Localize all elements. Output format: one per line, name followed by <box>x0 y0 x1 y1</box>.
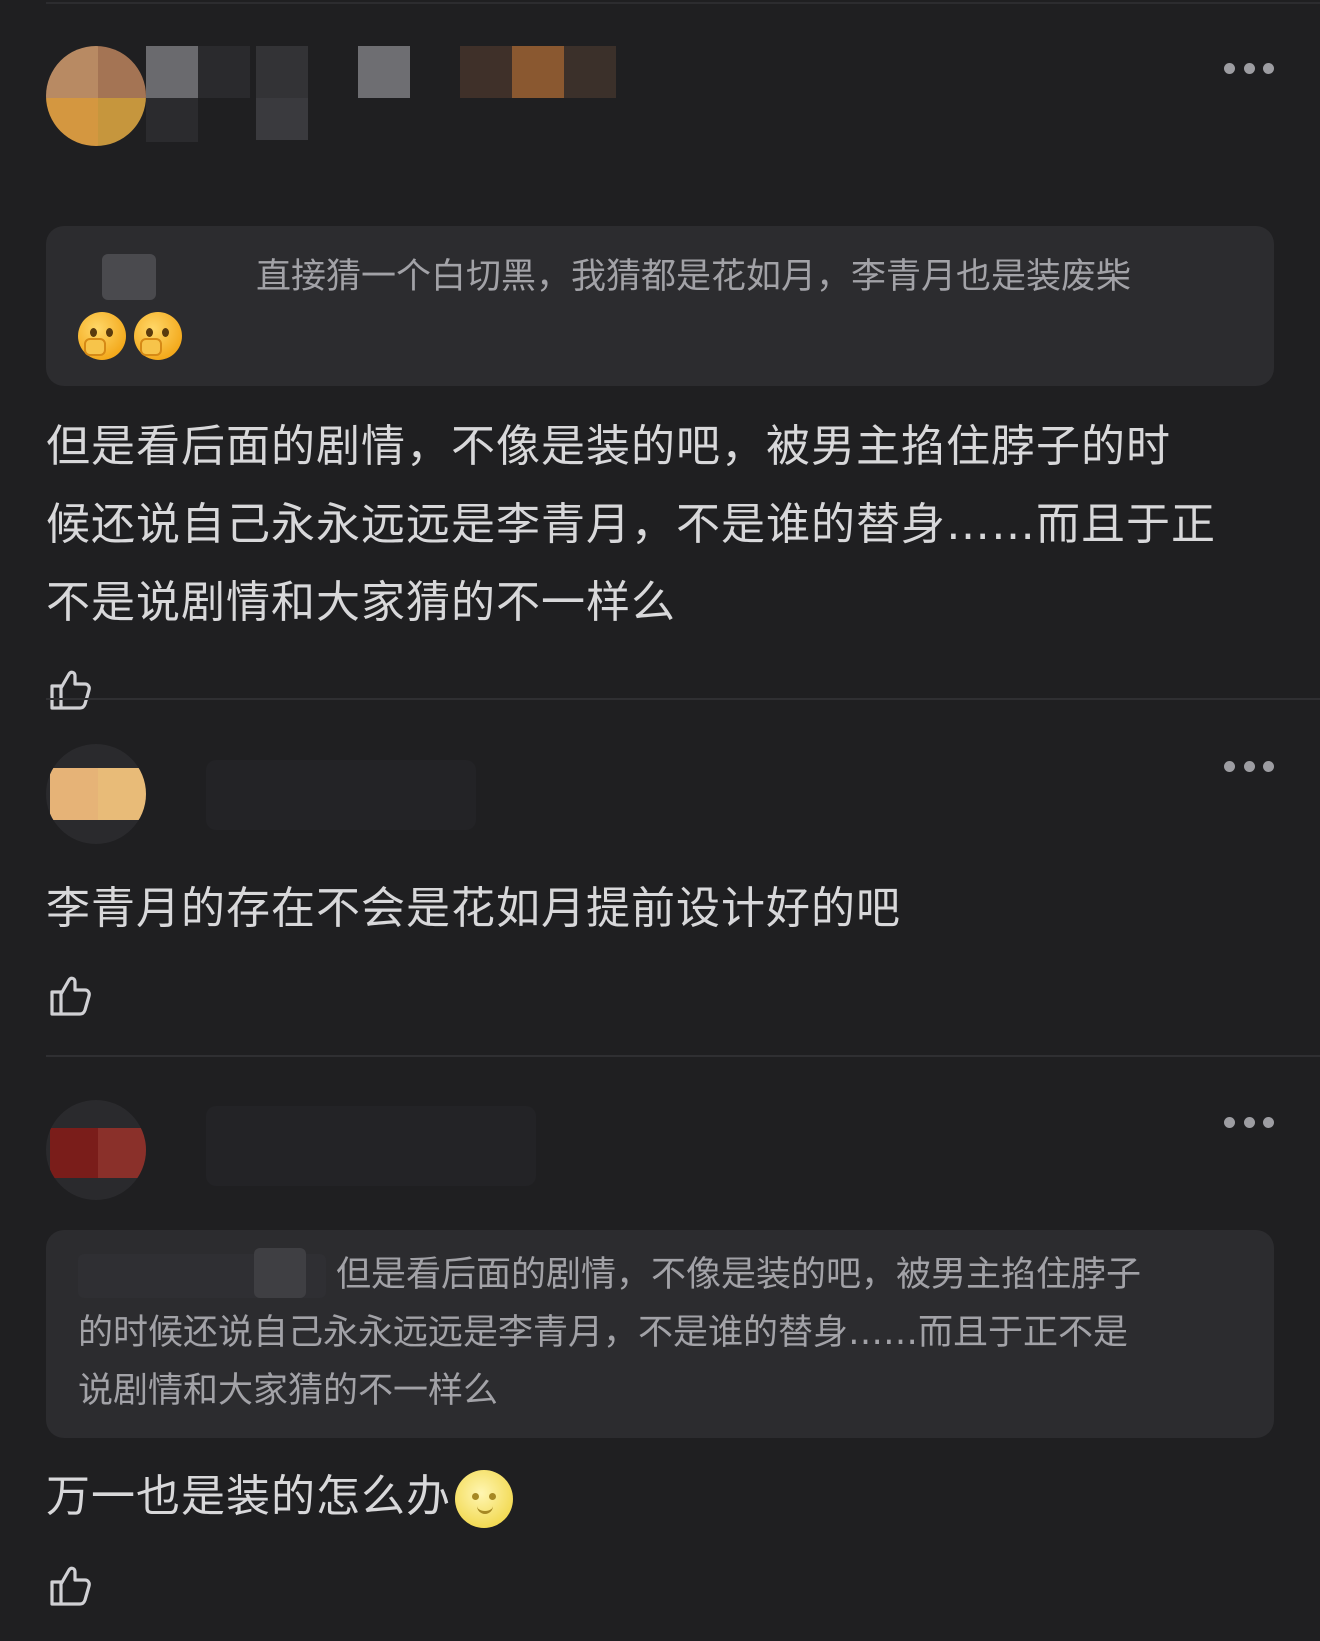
divider <box>46 698 1320 700</box>
username-blurred <box>198 46 250 98</box>
username-blurred[interactable] <box>206 760 476 830</box>
comment-text-line: 李青月的存在不会是花如月提前设计好的吧 <box>46 883 901 934</box>
username-blurred <box>256 46 308 98</box>
thumbs-up-icon[interactable] <box>46 972 94 1020</box>
timestamp-blurred <box>256 98 308 140</box>
comment-text-line: 候还说自己永永远远是李青月，不是谁的替身……而且于正 <box>46 499 1216 550</box>
comment-header <box>46 744 1274 844</box>
quoted-reply[interactable]: 直接猜一个白切黑，我猜都是花如月，李青月也是装废柴 <box>46 226 1274 386</box>
comment-text-line: 万一也是装的怎么办 <box>46 1471 451 1522</box>
thumbs-up-icon[interactable] <box>46 666 94 714</box>
comment-text-line: 不是说剧情和大家猜的不一样么 <box>46 577 676 628</box>
comment-text: 李青月的存在不会是花如月提前设计好的吧 <box>46 870 1274 948</box>
quoted-text: 但是看后面的剧情，不像是装的吧，被男主掐住脖子 <box>336 1255 1142 1295</box>
divider <box>46 2 1320 4</box>
comment-item: 李青月的存在不会是花如月提前设计好的吧 <box>46 744 1274 1020</box>
badge-blurred <box>564 46 616 98</box>
username-blurred <box>358 46 410 98</box>
comment-header <box>46 1100 1274 1200</box>
timestamp-blurred <box>146 98 198 142</box>
comment-item: 直接猜一个白切黑，我猜都是花如月，李青月也是装废柴 但是看后面的剧情，不像是装的… <box>46 46 1274 714</box>
full-moon-face-emoji <box>455 1470 513 1528</box>
comment-header <box>46 46 1274 146</box>
quoted-username-blurred <box>78 254 246 300</box>
more-options-icon[interactable] <box>1224 1112 1274 1132</box>
comment-text: 但是看后面的剧情，不像是装的吧，被男主掐住脖子的时 候还说自己永永远远是李青月，… <box>46 408 1274 642</box>
thinking-face-emoji <box>78 312 126 360</box>
avatar[interactable] <box>46 46 146 146</box>
quoted-username-blurred <box>78 1248 326 1298</box>
quoted-text-line: 的时候还说自己永永远远是李青月，不是谁的替身……而且于正不是 <box>78 1313 1129 1353</box>
badge-blurred <box>512 46 564 98</box>
comment-text: 万一也是装的怎么办 <box>46 1458 1274 1536</box>
comment-thread: 直接猜一个白切黑，我猜都是花如月，李青月也是装废柴 但是看后面的剧情，不像是装的… <box>0 0 1320 1641</box>
badge-blurred <box>460 46 512 98</box>
quoted-text: 直接猜一个白切黑，我猜都是花如月，李青月也是装废柴 <box>256 257 1132 297</box>
avatar[interactable] <box>46 1100 146 1200</box>
comment-item: 但是看后面的剧情，不像是装的吧，被男主掐住脖子 的时候还说自己永永远远是李青月，… <box>46 1100 1274 1610</box>
comment-text-line: 但是看后面的剧情，不像是装的吧，被男主掐住脖子的时 <box>46 421 1171 472</box>
avatar[interactable] <box>46 744 146 844</box>
more-options-icon[interactable] <box>1224 58 1274 78</box>
divider <box>46 1055 1320 1057</box>
username-blurred[interactable] <box>146 46 198 98</box>
quoted-reply[interactable]: 但是看后面的剧情，不像是装的吧，被男主掐住脖子 的时候还说自己永永远远是李青月，… <box>46 1230 1274 1438</box>
username-blurred[interactable] <box>206 1106 536 1186</box>
thumbs-up-icon[interactable] <box>46 1562 94 1610</box>
quoted-text-line: 说剧情和大家猜的不一样么 <box>78 1371 499 1411</box>
more-options-icon[interactable] <box>1224 756 1274 776</box>
thinking-face-emoji <box>134 312 182 360</box>
